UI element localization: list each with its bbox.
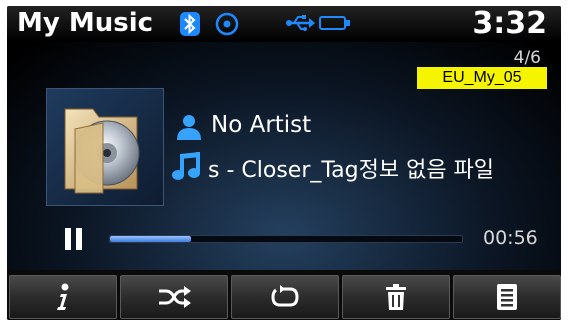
usb-icon: [285, 14, 315, 36]
music-note-icon: [172, 152, 204, 186]
list-icon: [497, 284, 517, 310]
track-counter: 4/6: [513, 48, 541, 68]
delete-button[interactable]: [342, 275, 450, 319]
battery-icon: [319, 15, 351, 35]
clock: 3:32: [472, 6, 547, 41]
list-button[interactable]: [453, 275, 561, 319]
folder-disc-icon: [64, 108, 140, 194]
elapsed-time: 00:56: [483, 227, 538, 249]
music-player-screen: My Music 3:32 4/6 EU_My_05 No Artist s -…: [7, 6, 561, 320]
pause-icon-bar: [65, 228, 71, 250]
app-title: My Music: [17, 8, 154, 38]
now-playing-panel: 4/6 EU_My_05 No Artist s - Closer_Tag정보 …: [7, 42, 561, 270]
progress-bar[interactable]: [109, 235, 463, 243]
disc-icon: [215, 12, 239, 40]
source-label: EU_My_05: [417, 67, 547, 89]
bluetooth-icon: [180, 12, 200, 40]
info-icon: [57, 283, 69, 310]
pause-icon-bar: [76, 228, 82, 250]
person-icon: [175, 114, 203, 144]
pause-button[interactable]: [65, 228, 85, 250]
artist-name: No Artist: [211, 112, 312, 138]
status-bar: My Music 3:32: [7, 6, 561, 42]
info-button[interactable]: [9, 275, 117, 319]
shuffle-button[interactable]: [120, 275, 228, 319]
repeat-button[interactable]: [231, 275, 339, 319]
track-title: s - Closer_Tag정보 없음 파일: [208, 158, 495, 183]
progress-fill: [110, 236, 191, 242]
control-bar: [7, 270, 561, 320]
shuffle-icon: [159, 286, 191, 308]
trash-icon: [386, 284, 406, 310]
album-art: [46, 88, 164, 206]
repeat-icon: [271, 285, 299, 307]
